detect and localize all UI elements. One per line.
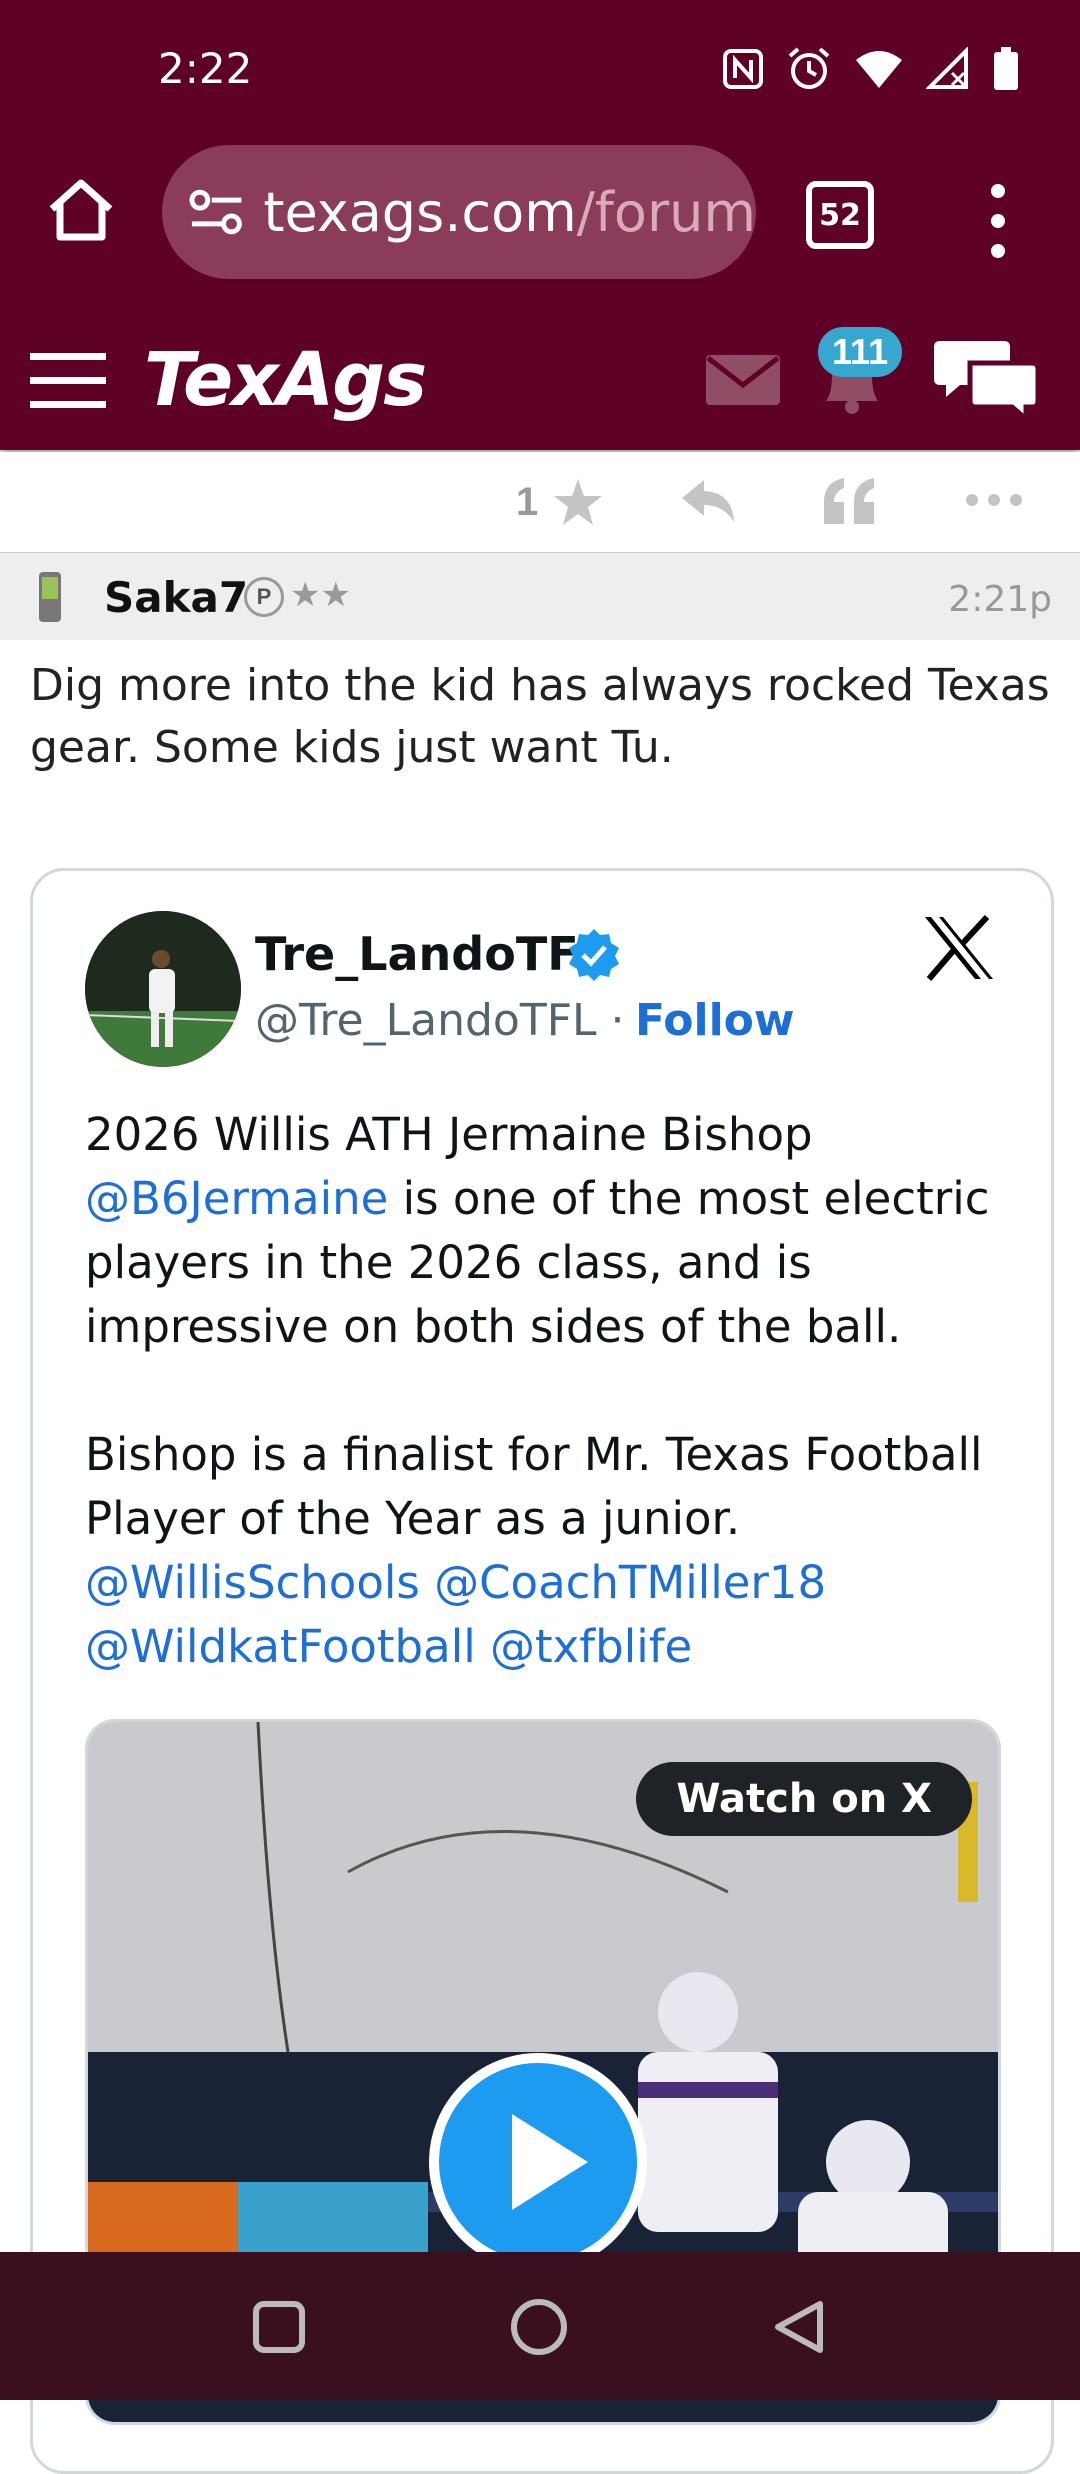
star-count: 1 [516,480,539,524]
post-header: Saka7 P ★★ 2:21p [0,553,1080,640]
tweet-author-name[interactable]: Tre_LandoTFL [255,927,608,981]
embedded-tweet[interactable]: Tre_LandoTFL @Tre_LandoTFL · Follow 2026… [30,868,1054,2474]
tweet-handle[interactable]: @Tre_LandoTFL · [255,995,625,1046]
url-path: /forum [576,180,756,244]
chat-icon[interactable] [934,337,1040,421]
tweet-handle-text: @Tre_LandoTFL [255,995,597,1046]
tweet-avatar[interactable] [85,911,241,1067]
reply-icon[interactable] [680,476,736,526]
browser-toolbar: texags.com/forum 52 [0,145,1080,285]
nfc-icon [723,49,763,89]
more-icon[interactable] [964,492,1024,508]
mention-coachtmiller18[interactable]: @CoachTMiller18 [434,1556,826,1609]
play-icon[interactable] [428,2052,648,2272]
x-logo-icon[interactable] [923,915,995,981]
recents-icon[interactable] [252,2300,306,2354]
site-header: TexAgs 111 [0,285,1080,450]
tweet-paragraph-gap [85,1359,1015,1423]
menu-icon[interactable] [30,351,106,409]
premium-badge: P [244,577,284,617]
post-time: 2:21p [948,579,1052,620]
mention-txfblife[interactable]: @txfblife [490,1620,692,1673]
battery-icon [994,47,1018,90]
tweet-line-2: @B6Jermaine is one of the most electric … [85,1167,1015,1359]
mention-willisschools[interactable]: @WillisSchools [85,1556,420,1609]
back-icon[interactable] [770,2298,828,2356]
post-body: Dig more into the kid has always rocked … [30,660,1050,773]
tweet-mentions-row-1: @WillisSchools @CoachTMiller18 [85,1551,1015,1615]
handle-separator: · [610,995,625,1046]
mail-icon[interactable] [706,355,780,405]
tweet-paragraph-2: Bishop is a finalist for Mr. Texas Footb… [85,1428,983,1545]
status-bar: 2:22 [0,0,1080,145]
mobile-phone-icon [39,572,61,622]
url-host: texags.com [263,180,577,244]
wifi-icon [856,51,902,88]
alarm-icon [788,47,830,89]
follow-button[interactable]: Follow [635,995,795,1046]
signal-icon [926,47,968,89]
post-action-bar: 1 [0,452,1080,555]
mention-b6jermaine[interactable]: @B6Jermaine [85,1172,388,1225]
tab-switcher-button[interactable]: 52 [806,181,874,249]
tweet-line-1: 2026 Willis ATH Jermaine Bishop [85,1108,813,1161]
status-icons [722,46,1020,92]
more-options-icon[interactable] [988,183,1008,259]
url-text[interactable]: texags.com/forum [263,181,756,244]
system-nav-bar [0,2252,1080,2400]
verified-badge-icon [569,929,619,981]
site-settings-icon[interactable] [188,187,245,237]
mention-wildkatfootball[interactable]: @WildkatFootball [85,1620,476,1673]
tweet-mentions-row-2: @WildkatFootball @txfblife [85,1615,1015,1679]
home-nav-icon[interactable] [510,2298,568,2356]
notification-count-badge[interactable]: 111 [818,327,903,377]
user-stars: ★★ [290,576,351,614]
watch-on-x-button[interactable]: Watch on X [636,1762,972,1836]
post-author[interactable]: Saka7 [104,573,248,622]
quote-icon[interactable] [822,476,876,526]
star-icon[interactable] [552,476,604,528]
status-time: 2:22 [158,44,253,93]
url-bar[interactable]: texags.com/forum [162,145,756,279]
avatar-image [85,911,241,1067]
tweet-text: 2026 Willis ATH Jermaine Bishop @B6Jerma… [85,1103,1015,1679]
home-icon[interactable] [46,175,116,245]
texags-logo[interactable]: TexAgs [144,337,427,423]
